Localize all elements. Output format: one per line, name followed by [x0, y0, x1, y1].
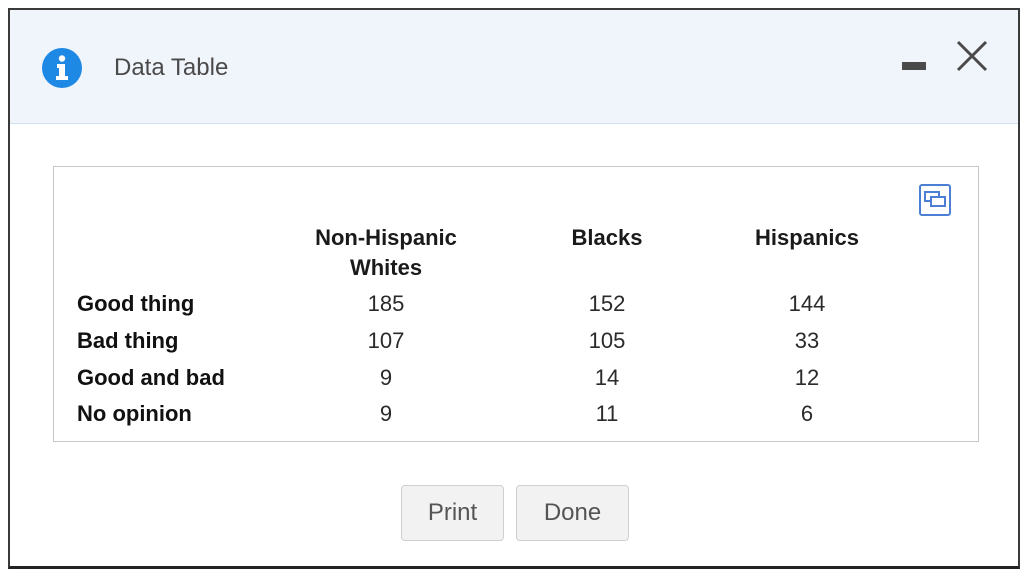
table-cell: 105 — [588, 328, 626, 353]
table-cell: 152 — [588, 291, 626, 316]
done-button[interactable]: Done — [516, 485, 629, 541]
print-button[interactable]: Print — [401, 485, 504, 541]
table-cell: 6 — [800, 401, 814, 426]
close-button[interactable] — [952, 36, 992, 76]
column-header-line: Blacks — [571, 225, 643, 250]
table-cell: 185 — [367, 291, 405, 316]
minimize-button[interactable] — [896, 50, 932, 86]
table-cell: 9 — [379, 401, 393, 426]
data-table-panel: Non-Hispanic Whites Blacks Hispanics Goo… — [53, 166, 979, 442]
table-cell: 14 — [594, 365, 620, 390]
row-label: Good thing — [77, 291, 195, 316]
column-header-line: Non-Hispanic — [315, 225, 457, 250]
table-cell: 12 — [794, 365, 820, 390]
close-icon — [956, 40, 988, 72]
title-bar: Data Table — [10, 10, 1018, 124]
row-label: Bad thing — [77, 328, 179, 353]
column-header-non-hispanic-whites: Non-Hispanic Whites — [286, 223, 486, 283]
row-label: No opinion — [77, 401, 192, 426]
minimize-icon — [902, 62, 926, 70]
popout-icon — [919, 184, 951, 216]
column-header-blacks: Blacks — [547, 223, 667, 253]
column-header-line: Whites — [349, 255, 423, 280]
column-header-hispanics: Hispanics — [727, 223, 887, 253]
column-header-line: Hispanics — [755, 225, 859, 250]
table-cell: 107 — [367, 328, 405, 353]
table-cell: 144 — [788, 291, 826, 316]
table-cell: 11 — [595, 401, 619, 426]
popout-button[interactable] — [919, 184, 951, 216]
table-cell: 9 — [379, 365, 393, 390]
row-label: Good and bad — [77, 365, 225, 390]
data-table-dialog: Data Table Non-Hispanic Whites Blacks Hi… — [8, 8, 1020, 569]
info-icon — [42, 48, 82, 88]
table-cell: 33 — [794, 328, 820, 353]
dialog-title: Data Table — [114, 54, 229, 81]
